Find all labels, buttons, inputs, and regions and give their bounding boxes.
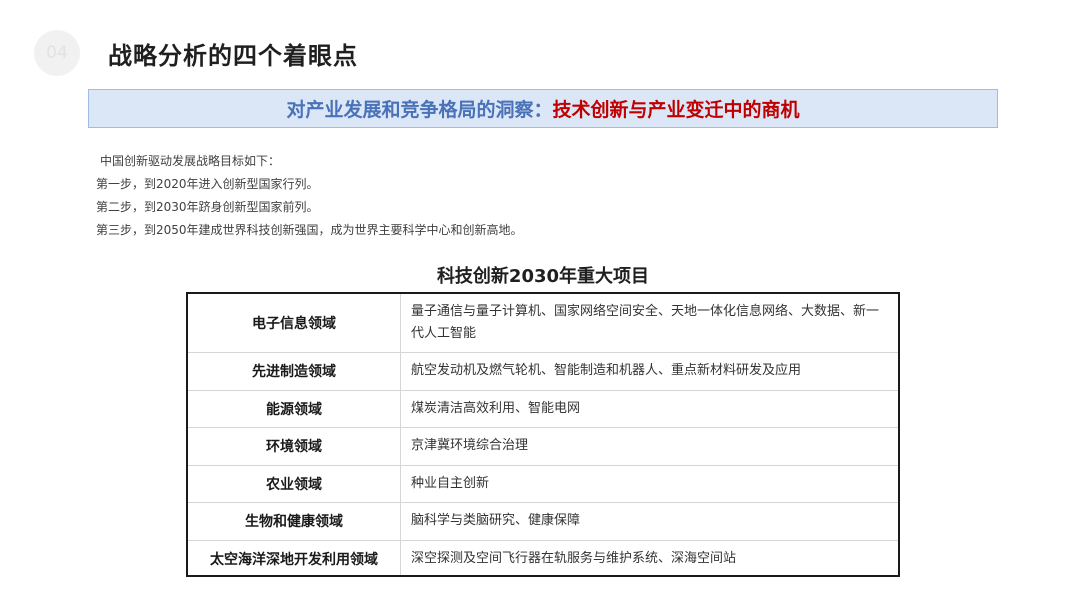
insight-banner: 对产业发展和竞争格局的洞察： 技术创新与产业变迁中的商机 <box>88 89 998 128</box>
projects-cell: 量子通信与量子计算机、国家网络空间安全、天地一体化信息网络、大数据、新一 代人工… <box>411 304 880 341</box>
domain-cell: 环境领域 <box>188 428 401 465</box>
strategy-goals: 中国创新驱动发展战略目标如下： 第一步，到2020年进入创新型国家行列。 第二步… <box>96 153 523 245</box>
banner-lead: 对产业发展和竞争格局的洞察： <box>286 99 553 121</box>
goal-step-2: 第二步，到2030年跻身创新型国家前列。 <box>96 200 319 214</box>
domain-cell: 农业领域 <box>188 465 401 502</box>
domain-cell: 能源领域 <box>188 390 401 427</box>
domain-cell: 生物和健康领域 <box>188 503 401 540</box>
table-row: 生物和健康领域 脑科学与类脑研究、健康保障 <box>188 502 898 540</box>
table-row: 能源领域 煤炭清洁高效利用、智能电网 <box>188 389 898 427</box>
banner-highlight: 技术创新与产业变迁中的商机 <box>552 99 800 121</box>
section-number-badge: 04 <box>34 30 80 76</box>
domain-cell: 电子信息领域 <box>188 294 401 352</box>
table-row: 环境领域 京津冀环境综合治理 <box>188 427 898 465</box>
table-title: 科技创新2030年重大项目 <box>436 266 650 287</box>
domain-cell: 先进制造领域 <box>188 353 401 390</box>
table-row: 先进制造领域 航空发动机及燃气轮机、智能制造和机器人、重点新材料研发及应用 <box>188 352 898 390</box>
projects-cell: 京津冀环境综合治理 <box>411 438 529 454</box>
goal-step-3: 第三步，到2050年建成世界科技创新强国，成为世界主要科学中心和创新高地。 <box>96 223 523 237</box>
table-row: 农业领域 种业自主创新 <box>188 464 898 502</box>
projects-cell: 煤炭清洁高效利用、智能电网 <box>411 400 581 416</box>
projects-cell: 航空发动机及燃气轮机、智能制造和机器人、重点新材料研发及应用 <box>411 363 802 379</box>
major-projects-table: 电子信息领域 量子通信与量子计算机、国家网络空间安全、天地一体化信息网络、大数据… <box>186 292 900 577</box>
section-number: 04 <box>46 43 68 63</box>
goal-step-1: 第一步，到2020年进入创新型国家行列。 <box>96 177 319 191</box>
projects-cell: 深空探测及空间飞行器在轨服务与维护系统、深海空间站 <box>411 550 737 566</box>
domain-cell: 太空海洋深地开发利用领域 <box>188 540 401 575</box>
projects-cell: 脑科学与类脑研究、健康保障 <box>411 513 581 529</box>
table-row: 太空海洋深地开发利用领域 深空探测及空间飞行器在轨服务与维护系统、深海空间站 <box>188 539 898 575</box>
page-title: 战略分析的四个着眼点 <box>108 42 358 70</box>
table-row: 电子信息领域 量子通信与量子计算机、国家网络空间安全、天地一体化信息网络、大数据… <box>188 294 898 352</box>
goals-intro: 中国创新驱动发展战略目标如下： <box>100 154 281 168</box>
projects-cell: 种业自主创新 <box>411 475 490 491</box>
